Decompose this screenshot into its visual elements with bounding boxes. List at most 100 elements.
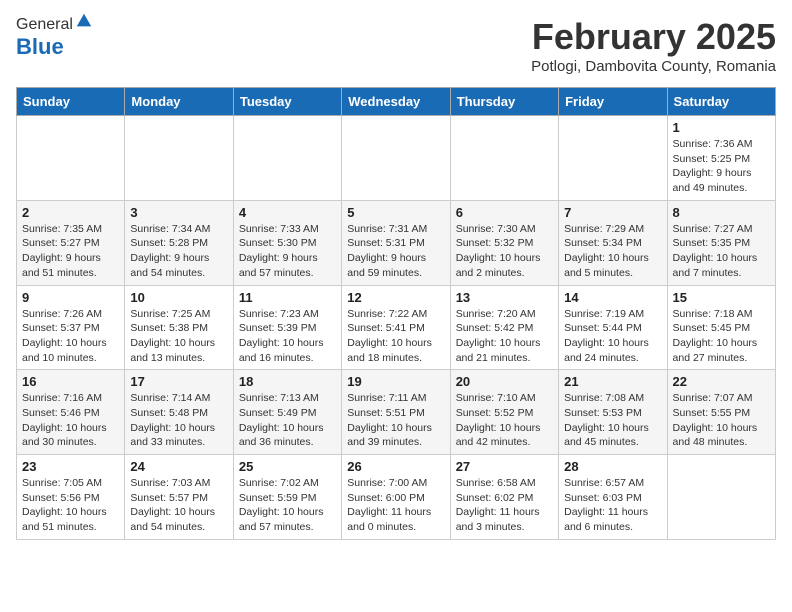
day-number: 22 [673, 374, 770, 389]
day-cell: 24 Sunrise: 7:03 AM Sunset: 5:57 PM Dayli… [125, 455, 233, 540]
day-number: 8 [673, 205, 770, 220]
day-number: 18 [239, 374, 336, 389]
day-number: 2 [22, 205, 119, 220]
day-number: 25 [239, 459, 336, 474]
day-number: 12 [347, 290, 444, 305]
day-number: 28 [564, 459, 661, 474]
day-cell [667, 455, 775, 540]
day-cell: 13 Sunrise: 7:20 AM Sunset: 5:42 PM Dayli… [450, 285, 558, 370]
day-info: Sunrise: 7:03 AM Sunset: 5:57 PM Dayligh… [130, 476, 227, 535]
day-number: 5 [347, 205, 444, 220]
day-info: Sunrise: 7:29 AM Sunset: 5:34 PM Dayligh… [564, 222, 661, 281]
day-cell: 2 Sunrise: 7:35 AM Sunset: 5:27 PM Daylig… [17, 200, 125, 285]
day-cell: 16 Sunrise: 7:16 AM Sunset: 5:46 PM Dayli… [17, 370, 125, 455]
day-cell: 6 Sunrise: 7:30 AM Sunset: 5:32 PM Daylig… [450, 200, 558, 285]
logo-blue-text: Blue [16, 34, 64, 59]
day-cell: 4 Sunrise: 7:33 AM Sunset: 5:30 PM Daylig… [233, 200, 341, 285]
week-row-1: 1 Sunrise: 7:36 AM Sunset: 5:25 PM Daylig… [17, 116, 776, 201]
day-cell [559, 116, 667, 201]
day-info: Sunrise: 7:27 AM Sunset: 5:35 PM Dayligh… [673, 222, 770, 281]
day-number: 9 [22, 290, 119, 305]
day-number: 14 [564, 290, 661, 305]
day-info: Sunrise: 6:58 AM Sunset: 6:02 PM Dayligh… [456, 476, 553, 535]
day-cell: 10 Sunrise: 7:25 AM Sunset: 5:38 PM Dayli… [125, 285, 233, 370]
day-info: Sunrise: 7:35 AM Sunset: 5:27 PM Dayligh… [22, 222, 119, 281]
day-number: 15 [673, 290, 770, 305]
day-cell: 28 Sunrise: 6:57 AM Sunset: 6:03 PM Dayli… [559, 455, 667, 540]
day-cell: 8 Sunrise: 7:27 AM Sunset: 5:35 PM Daylig… [667, 200, 775, 285]
day-cell: 20 Sunrise: 7:10 AM Sunset: 5:52 PM Dayli… [450, 370, 558, 455]
day-number: 23 [22, 459, 119, 474]
day-number: 20 [456, 374, 553, 389]
weekday-header-thursday: Thursday [450, 88, 558, 116]
day-number: 3 [130, 205, 227, 220]
day-cell: 26 Sunrise: 7:00 AM Sunset: 6:00 PM Dayli… [342, 455, 450, 540]
weekday-header-tuesday: Tuesday [233, 88, 341, 116]
day-cell: 9 Sunrise: 7:26 AM Sunset: 5:37 PM Daylig… [17, 285, 125, 370]
day-info: Sunrise: 7:07 AM Sunset: 5:55 PM Dayligh… [673, 391, 770, 450]
day-number: 11 [239, 290, 336, 305]
day-cell: 7Sunrise: 7:29 AM Sunset: 5:34 PM Daylig… [559, 200, 667, 285]
weekday-header-wednesday: Wednesday [342, 88, 450, 116]
week-row-4: 16 Sunrise: 7:16 AM Sunset: 5:46 PM Dayli… [17, 370, 776, 455]
day-info: Sunrise: 7:36 AM Sunset: 5:25 PM Dayligh… [673, 137, 770, 196]
day-cell [342, 116, 450, 201]
day-cell: 19Sunrise: 7:11 AM Sunset: 5:51 PM Dayli… [342, 370, 450, 455]
day-info: Sunrise: 7:00 AM Sunset: 6:00 PM Dayligh… [347, 476, 444, 535]
day-number: 16 [22, 374, 119, 389]
day-cell: 25Sunrise: 7:02 AM Sunset: 5:59 PM Dayli… [233, 455, 341, 540]
day-cell [125, 116, 233, 201]
day-number: 27 [456, 459, 553, 474]
day-cell: 27 Sunrise: 6:58 AM Sunset: 6:02 PM Dayli… [450, 455, 558, 540]
weekday-header-row: SundayMondayTuesdayWednesdayThursdayFrid… [17, 88, 776, 116]
day-info: Sunrise: 7:18 AM Sunset: 5:45 PM Dayligh… [673, 307, 770, 366]
day-info: Sunrise: 6:57 AM Sunset: 6:03 PM Dayligh… [564, 476, 661, 535]
day-info: Sunrise: 7:20 AM Sunset: 5:42 PM Dayligh… [456, 307, 553, 366]
day-info: Sunrise: 7:08 AM Sunset: 5:53 PM Dayligh… [564, 391, 661, 450]
day-info: Sunrise: 7:34 AM Sunset: 5:28 PM Dayligh… [130, 222, 227, 281]
logo-icon [75, 12, 93, 30]
day-number: 24 [130, 459, 227, 474]
week-row-5: 23Sunrise: 7:05 AM Sunset: 5:56 PM Dayli… [17, 455, 776, 540]
day-cell: 18 Sunrise: 7:13 AM Sunset: 5:49 PM Dayli… [233, 370, 341, 455]
title-block: February 2025 Potlogi, Dambovita County,… [531, 16, 776, 75]
day-info: Sunrise: 7:13 AM Sunset: 5:49 PM Dayligh… [239, 391, 336, 450]
day-info: Sunrise: 7:30 AM Sunset: 5:32 PM Dayligh… [456, 222, 553, 281]
day-cell: 3 Sunrise: 7:34 AM Sunset: 5:28 PM Daylig… [125, 200, 233, 285]
day-cell: 11Sunrise: 7:23 AM Sunset: 5:39 PM Dayli… [233, 285, 341, 370]
day-info: Sunrise: 7:26 AM Sunset: 5:37 PM Dayligh… [22, 307, 119, 366]
day-cell: 23Sunrise: 7:05 AM Sunset: 5:56 PM Dayli… [17, 455, 125, 540]
day-number: 13 [456, 290, 553, 305]
day-number: 4 [239, 205, 336, 220]
day-info: Sunrise: 7:14 AM Sunset: 5:48 PM Dayligh… [130, 391, 227, 450]
week-row-3: 9 Sunrise: 7:26 AM Sunset: 5:37 PM Daylig… [17, 285, 776, 370]
day-info: Sunrise: 7:22 AM Sunset: 5:41 PM Dayligh… [347, 307, 444, 366]
week-row-2: 2 Sunrise: 7:35 AM Sunset: 5:27 PM Daylig… [17, 200, 776, 285]
day-number: 6 [456, 205, 553, 220]
weekday-header-monday: Monday [125, 88, 233, 116]
logo: General Blue [16, 16, 93, 60]
day-info: Sunrise: 7:16 AM Sunset: 5:46 PM Dayligh… [22, 391, 119, 450]
day-cell [17, 116, 125, 201]
day-cell: 12 Sunrise: 7:22 AM Sunset: 5:41 PM Dayli… [342, 285, 450, 370]
day-number: 1 [673, 120, 770, 135]
day-number: 19 [347, 374, 444, 389]
weekday-header-saturday: Saturday [667, 88, 775, 116]
location: Potlogi, Dambovita County, Romania [531, 58, 776, 75]
day-cell: 21Sunrise: 7:08 AM Sunset: 5:53 PM Dayli… [559, 370, 667, 455]
weekday-header-sunday: Sunday [17, 88, 125, 116]
month-year: February 2025 [531, 16, 776, 58]
day-number: 26 [347, 459, 444, 474]
day-cell: 14Sunrise: 7:19 AM Sunset: 5:44 PM Dayli… [559, 285, 667, 370]
page-header: General Blue February 2025 Potlogi, Damb… [16, 16, 776, 75]
day-info: Sunrise: 7:25 AM Sunset: 5:38 PM Dayligh… [130, 307, 227, 366]
day-info: Sunrise: 7:10 AM Sunset: 5:52 PM Dayligh… [456, 391, 553, 450]
day-number: 17 [130, 374, 227, 389]
day-cell: 22 Sunrise: 7:07 AM Sunset: 5:55 PM Dayli… [667, 370, 775, 455]
day-cell: 15 Sunrise: 7:18 AM Sunset: 5:45 PM Dayli… [667, 285, 775, 370]
day-cell: 1 Sunrise: 7:36 AM Sunset: 5:25 PM Daylig… [667, 116, 775, 201]
day-cell: 5Sunrise: 7:31 AM Sunset: 5:31 PM Daylig… [342, 200, 450, 285]
day-info: Sunrise: 7:33 AM Sunset: 5:30 PM Dayligh… [239, 222, 336, 281]
day-number: 10 [130, 290, 227, 305]
weekday-header-friday: Friday [559, 88, 667, 116]
